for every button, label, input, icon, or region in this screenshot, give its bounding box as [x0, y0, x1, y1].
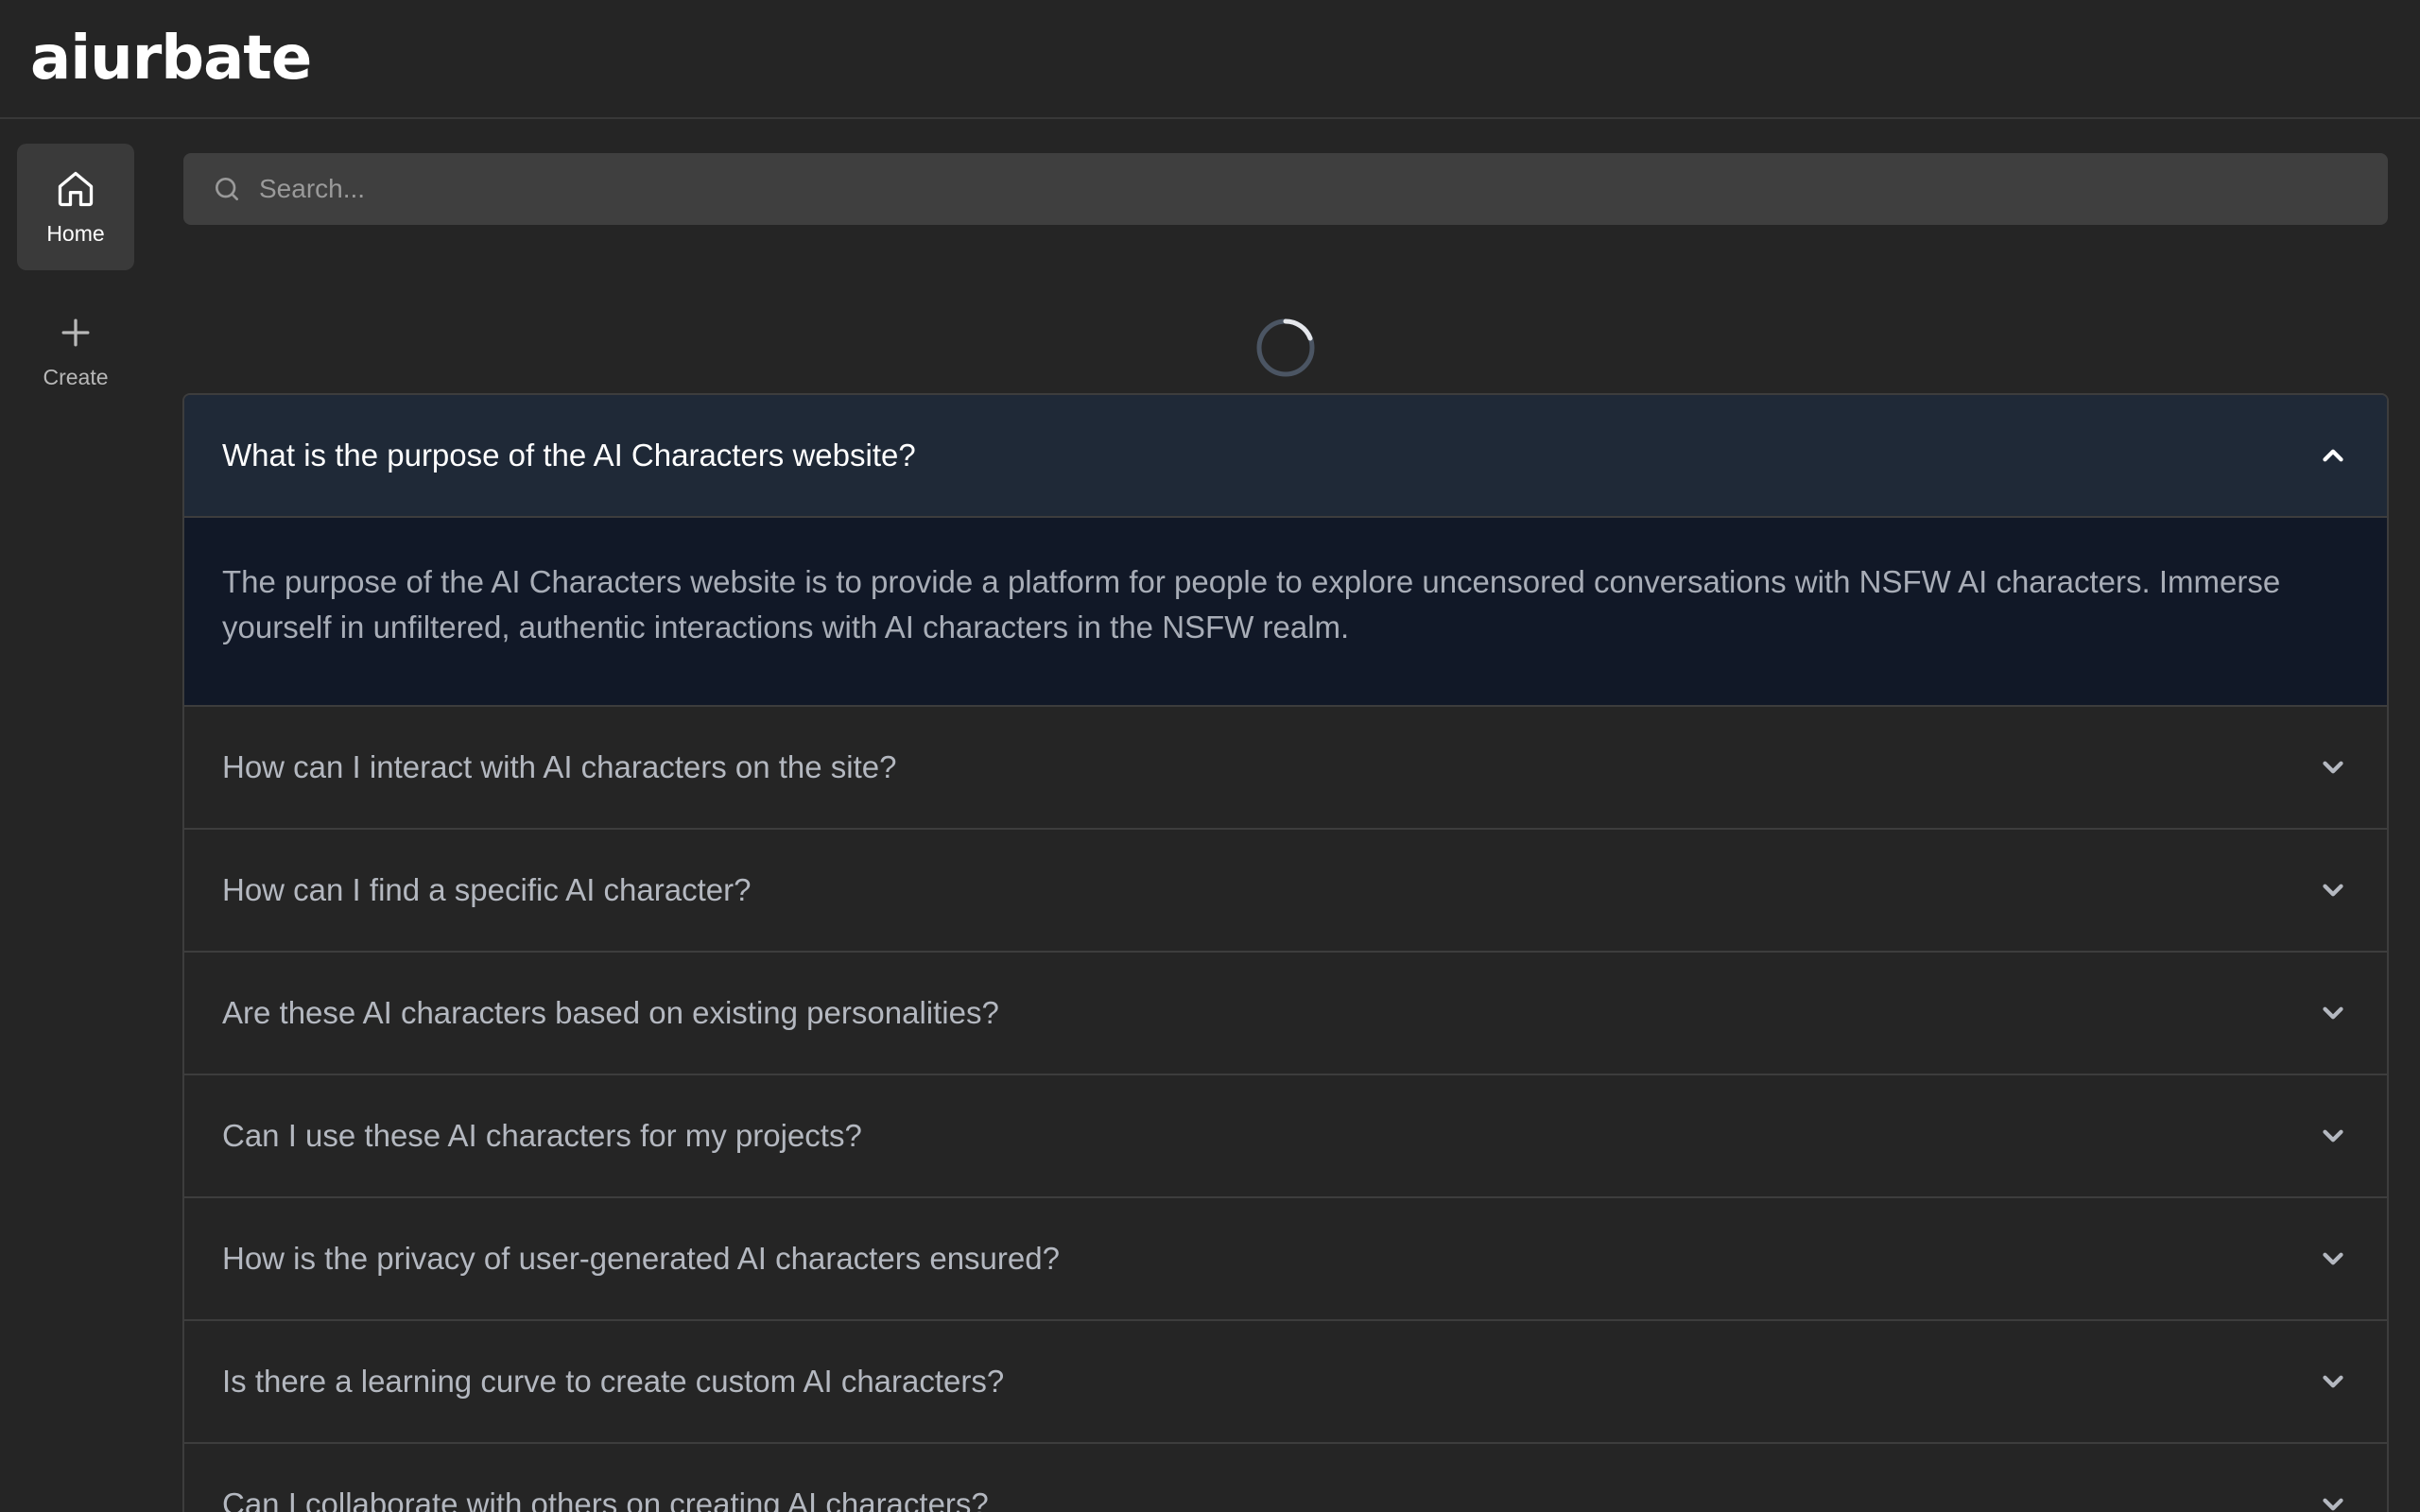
chevron-down-icon — [2323, 1375, 2343, 1388]
faq-question-text: How can I interact with AI characters on… — [222, 749, 897, 784]
sidebar: Home Create — [0, 121, 151, 1512]
faq-answer: The purpose of the AI Characters website… — [184, 518, 2387, 707]
faq-question-text: How is the privacy of user-generated AI … — [222, 1241, 1060, 1276]
sidebar-item-home[interactable]: Home — [17, 144, 134, 270]
faq-question-text: How can I find a specific AI character? — [222, 872, 752, 907]
loading-spinner-icon — [1256, 318, 1315, 377]
chevron-down-icon — [2323, 1498, 2343, 1511]
chevron-down-icon — [2323, 1006, 2343, 1020]
faq-question-text: What is the purpose of the AI Characters… — [222, 438, 916, 472]
sidebar-item-label: Home — [46, 220, 105, 246]
chevron-up-icon — [2323, 449, 2343, 462]
sidebar-item-label: Create — [43, 364, 109, 389]
faq-question[interactable]: How can I find a specific AI character? — [184, 830, 2387, 953]
faq-question[interactable]: How is the privacy of user-generated AI … — [184, 1198, 2387, 1321]
chevron-down-icon — [2323, 761, 2343, 774]
faq-question-text: Can I use these AI characters for my pro… — [222, 1118, 862, 1153]
faq-question[interactable]: Can I use these AI characters for my pro… — [184, 1075, 2387, 1198]
plus-icon — [61, 318, 90, 346]
search-icon — [216, 178, 238, 200]
faq-question[interactable]: What is the purpose of the AI Characters… — [184, 395, 2387, 518]
faq-question-text: Is there a learning curve to create cust… — [222, 1364, 1005, 1399]
search-input[interactable] — [257, 161, 2388, 217]
site-logo[interactable]: aiurbate — [30, 19, 312, 98]
faq-question-text: Can I collaborate with others on creatin… — [222, 1486, 989, 1512]
chevron-down-icon — [2323, 1129, 2343, 1143]
chevron-down-icon — [2323, 1252, 2343, 1265]
search-bar — [183, 153, 2388, 225]
faq-accordion: What is the purpose of the AI Characters… — [182, 393, 2389, 1512]
faq-question[interactable]: Can I collaborate with others on creatin… — [184, 1444, 2387, 1512]
faq-question[interactable]: How can I interact with AI characters on… — [184, 707, 2387, 830]
faq-question[interactable]: Are these AI characters based on existin… — [184, 953, 2387, 1075]
chevron-down-icon — [2323, 884, 2343, 897]
top-bar: aiurbate — [0, 0, 2420, 119]
faq-question-text: Are these AI characters based on existin… — [222, 995, 999, 1030]
home-icon — [58, 171, 94, 206]
faq-question[interactable]: Is there a learning curve to create cust… — [184, 1321, 2387, 1444]
sidebar-item-create[interactable]: Create — [17, 287, 134, 414]
